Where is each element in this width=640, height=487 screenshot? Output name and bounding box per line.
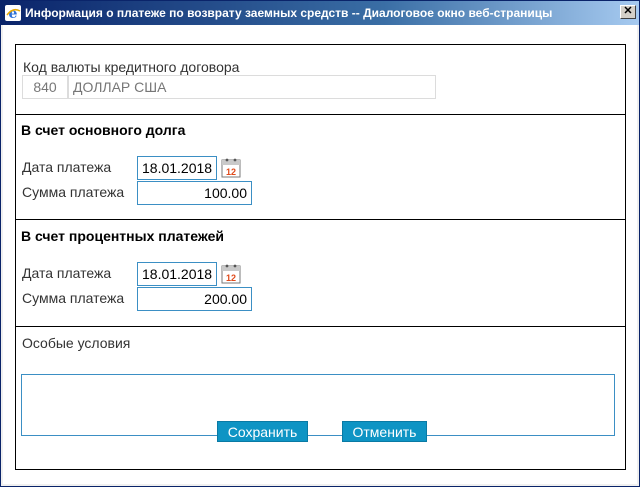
save-button[interactable]: Сохранить — [217, 421, 308, 442]
svg-text:e: e — [9, 6, 18, 21]
currency-label: Код валюты кредитного договора — [23, 59, 240, 75]
interest-date-label: Дата платежа — [22, 265, 112, 281]
currency-name-field: ДОЛЛАР США — [68, 75, 436, 99]
interest-amount-input[interactable]: 200.00 — [137, 287, 252, 311]
payment-form-panel: Код валюты кредитного договора 840 ДОЛЛА… — [15, 44, 626, 470]
calendar-icon[interactable]: 12 — [221, 158, 241, 178]
ie-icon: e — [5, 5, 21, 21]
conditions-textarea[interactable] — [21, 374, 615, 436]
principal-amount-label: Сумма платежа — [22, 184, 125, 200]
principal-header: В счет основного долга — [21, 122, 186, 138]
divider — [16, 326, 625, 327]
currency-code-field: 840 — [22, 75, 68, 99]
cancel-button[interactable]: Отменить — [342, 421, 427, 442]
principal-date-input[interactable]: 18.01.2018 — [137, 156, 217, 180]
interest-header: В счет процентных платежей — [21, 228, 224, 244]
conditions-label: Особые условия — [22, 335, 131, 351]
dialog-body: Код валюты кредитного договора 840 ДОЛЛА… — [3, 25, 637, 484]
calendar-icon[interactable]: 12 — [221, 264, 241, 284]
principal-amount-input[interactable]: 100.00 — [137, 181, 252, 205]
interest-amount-label: Сумма платежа — [22, 290, 125, 306]
window-title: Информация о платеже по возврату заемных… — [25, 6, 553, 20]
interest-date-input[interactable]: 18.01.2018 — [137, 262, 217, 286]
divider — [16, 219, 625, 220]
title-bar: e Информация о платеже по возврату заемн… — [1, 1, 639, 25]
close-button[interactable]: ✕ — [620, 5, 636, 19]
dialog-window: e Информация о платеже по возврату заемн… — [0, 0, 640, 487]
divider — [16, 114, 625, 115]
calendar-day-text: 12 — [226, 273, 236, 283]
principal-date-label: Дата платежа — [22, 159, 112, 175]
calendar-day-text: 12 — [226, 167, 236, 177]
